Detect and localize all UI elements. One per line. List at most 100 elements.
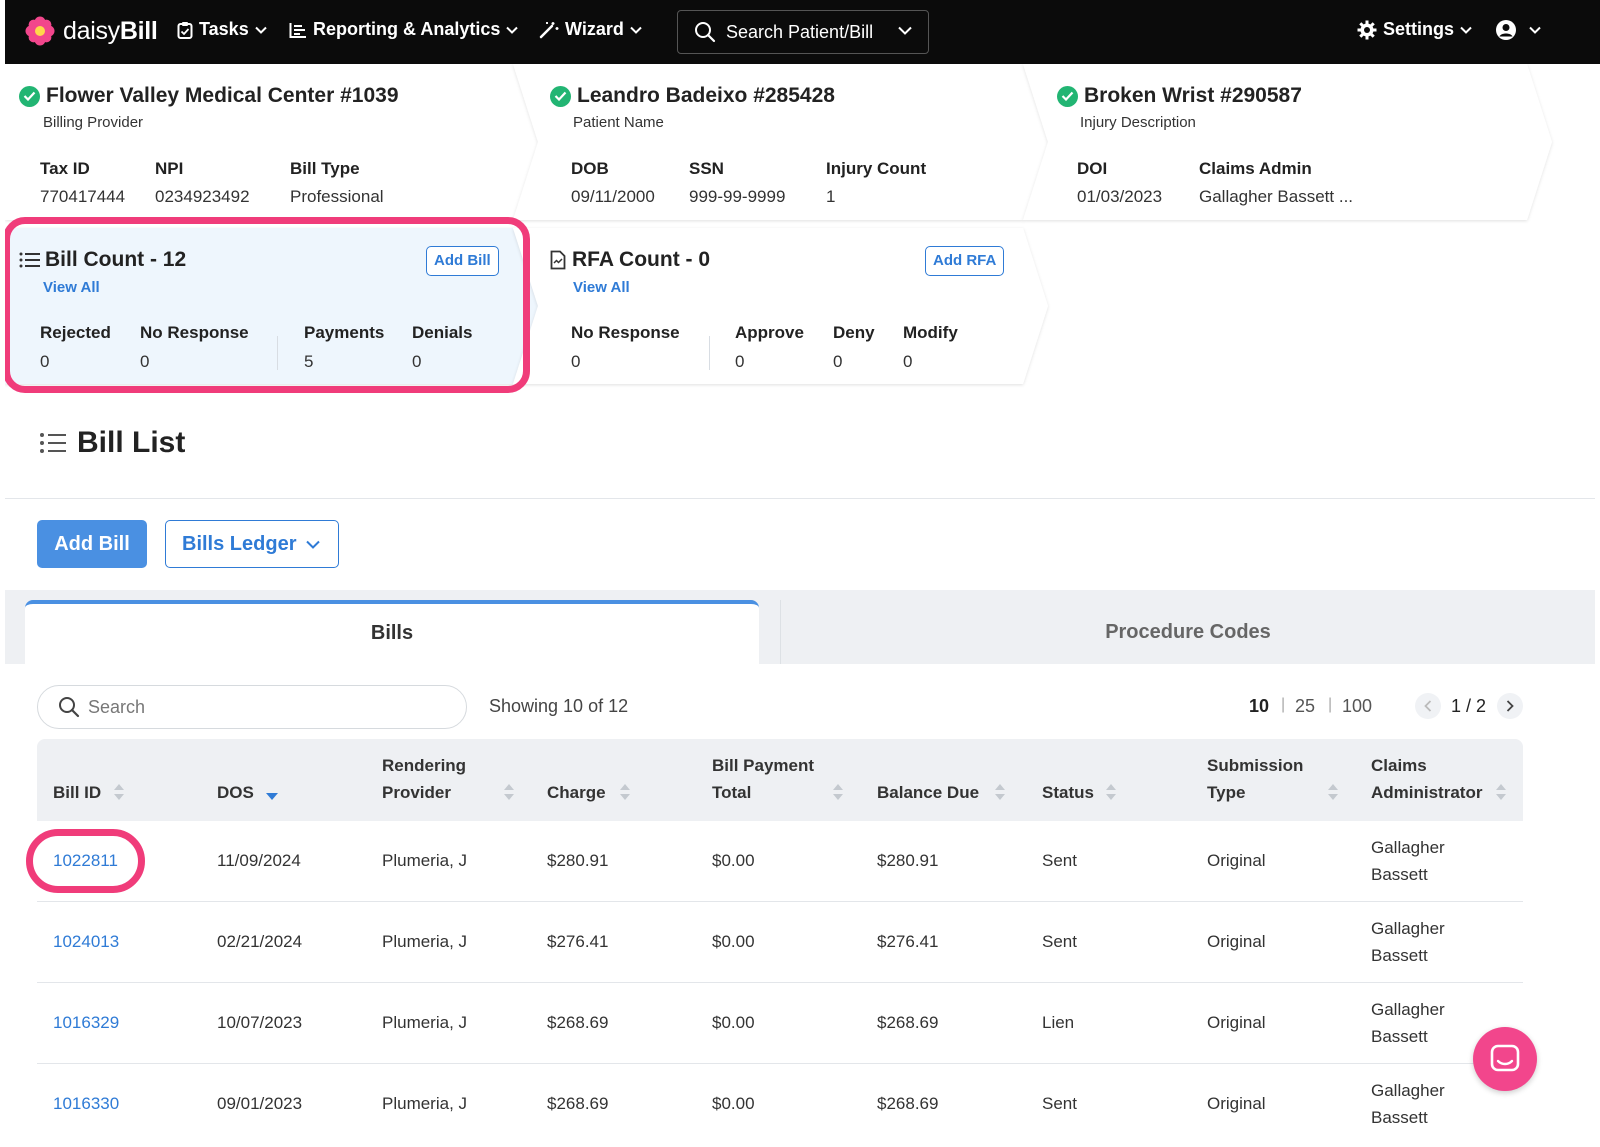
charge-cell: $280.91 <box>547 851 609 870</box>
sort-icon[interactable] <box>1105 783 1117 801</box>
col-charge[interactable]: Charge <box>547 752 606 806</box>
balance-due-cell: $268.69 <box>877 1013 939 1032</box>
nav-settings[interactable]: Settings <box>1357 19 1472 40</box>
sort-icon[interactable] <box>503 783 515 801</box>
col-line2: Type <box>1207 783 1246 802</box>
payment-total-cell: $0.00 <box>712 932 755 951</box>
modify-value[interactable]: 0 <box>903 352 912 372</box>
sort-icon[interactable] <box>113 783 125 801</box>
col-status[interactable]: Status <box>1042 752 1094 806</box>
table-row[interactable]: 1024013 02/21/2024 Plumeria, J $276.41 $… <box>37 902 1523 983</box>
page-size-10[interactable]: 10 <box>1249 696 1269 717</box>
bill-id-link[interactable]: 1024013 <box>53 928 119 955</box>
add-bill-button[interactable]: Add Bill <box>37 520 147 568</box>
table-row[interactable]: 1016330 09/01/2023 Plumeria, J $268.69 $… <box>37 1064 1523 1145</box>
table-row[interactable]: 1022811 11/09/2024 Plumeria, J $280.91 $… <box>37 821 1523 902</box>
sort-icon[interactable] <box>619 783 631 801</box>
submission-type-cell: Original <box>1207 1094 1266 1113</box>
col-line1 <box>547 752 606 779</box>
bill-count-highlight <box>5 217 530 393</box>
bill-search-placeholder: Search <box>88 696 146 717</box>
status-cell: Lien <box>1042 1013 1075 1032</box>
claims-admin-cell-line2: Bassett <box>1371 1108 1428 1127</box>
sort-icon[interactable] <box>1495 783 1507 801</box>
search-icon <box>59 697 80 718</box>
bill-search-input[interactable]: Search <box>37 685 467 729</box>
tax-id-value: 770417444 <box>40 187 126 206</box>
chevron-down-icon <box>254 26 267 34</box>
chevron-down-icon <box>1529 26 1541 34</box>
provider-cell: Plumeria, J <box>382 851 468 870</box>
user-menu[interactable] <box>1495 19 1541 41</box>
bill-id-link[interactable]: 1016329 <box>53 1009 119 1036</box>
dob-value: 09/11/2000 <box>571 187 655 206</box>
check-circle-icon <box>550 85 571 107</box>
daisy-logo-icon <box>25 16 55 46</box>
patient-title: Leandro Badeixo #285428 <box>550 84 835 108</box>
col-claims-administrator[interactable]: Claims Administrator <box>1371 752 1482 806</box>
nav-tasks[interactable]: Tasks <box>177 19 267 40</box>
table-row[interactable]: 1016329 10/07/2023 Plumeria, J $268.69 $… <box>37 983 1523 1064</box>
magic-wand-icon <box>539 21 559 38</box>
patient-bill-search[interactable]: Search Patient/Bill <box>677 10 929 54</box>
claims-admin-cell-line2: Bassett <box>1371 865 1428 884</box>
chevron-down-icon <box>306 540 321 549</box>
provider-cell: Plumeria, J <box>382 1094 468 1113</box>
prev-page-button[interactable] <box>1415 693 1441 719</box>
claims-admin-cell-line1: Gallagher <box>1371 838 1445 857</box>
page-size-25[interactable]: 25 <box>1295 696 1315 717</box>
brand-light: daisy <box>63 16 120 45</box>
col-submission-type[interactable]: Submission Type <box>1207 752 1303 806</box>
col-bill-payment-total[interactable]: Bill Payment Total <box>712 752 814 806</box>
brand-bold: Bill <box>119 16 158 45</box>
col-line1: Rendering <box>382 756 467 775</box>
payment-total-cell: $0.00 <box>712 1094 755 1113</box>
status-cell: Sent <box>1042 932 1077 951</box>
col-line2: DOS <box>217 783 254 802</box>
bill-list-title: Bill List <box>77 426 186 459</box>
tab-procedure-codes[interactable]: Procedure Codes <box>780 600 1595 664</box>
rfa-view-all-link[interactable]: View All <box>573 279 630 296</box>
col-dos[interactable]: DOS <box>217 752 254 806</box>
submission-type-cell: Original <box>1207 1013 1266 1032</box>
divider <box>5 498 1595 499</box>
chat-icon <box>1490 1044 1520 1072</box>
bill-id-link[interactable]: 1016330 <box>53 1090 119 1117</box>
tab-bills[interactable]: Bills <box>25 600 759 664</box>
sort-icon[interactable] <box>994 783 1006 801</box>
rfa-no-response-value[interactable]: 0 <box>571 352 580 372</box>
col-bill-id[interactable]: Bill ID <box>53 752 101 806</box>
patient-title-text[interactable]: Leandro Badeixo #285428 <box>577 84 835 108</box>
col-rendering-provider[interactable]: Rendering Provider <box>382 752 466 806</box>
nav-reporting[interactable]: Reporting & Analytics <box>289 19 519 40</box>
claims-admin-label: Claims Admin <box>1199 159 1312 178</box>
sort-icon[interactable] <box>832 783 844 801</box>
page-size-100[interactable]: 100 <box>1342 696 1372 717</box>
claims-admin-cell-line1: Gallagher <box>1371 919 1445 938</box>
approve-value[interactable]: 0 <box>735 352 744 372</box>
sort-icon[interactable] <box>1327 783 1339 801</box>
injury-title-text[interactable]: Broken Wrist #290587 <box>1084 84 1302 108</box>
next-page-button[interactable] <box>1497 693 1523 719</box>
col-line1 <box>877 752 979 779</box>
search-icon <box>695 22 716 43</box>
col-line1 <box>217 752 254 779</box>
provider-title-text[interactable]: Flower Valley Medical Center #1039 <box>46 84 399 108</box>
nav-wizard-label: Wizard <box>565 19 624 39</box>
bills-ledger-dropdown[interactable]: Bills Ledger <box>165 520 339 568</box>
logo[interactable]: daisyBill <box>25 16 158 46</box>
add-rfa-button[interactable]: Add RFA <box>925 246 1005 276</box>
nav-wizard[interactable]: Wizard <box>539 19 642 40</box>
provider-title: Flower Valley Medical Center #1039 <box>19 84 399 108</box>
claims-admin-cell-line1: Gallagher <box>1371 1000 1445 1019</box>
deny-value[interactable]: 0 <box>833 352 842 372</box>
npi-value: 0234923492 <box>155 187 250 206</box>
status-cell: Sent <box>1042 1094 1077 1113</box>
chat-launcher-button[interactable] <box>1473 1027 1537 1091</box>
nav-settings-label: Settings <box>1383 19 1455 39</box>
divider <box>709 336 710 370</box>
sort-descending-icon[interactable] <box>266 793 278 800</box>
col-line2: Total <box>712 783 752 802</box>
chevron-down-icon <box>1460 26 1472 34</box>
col-balance-due[interactable]: Balance Due <box>877 752 979 806</box>
